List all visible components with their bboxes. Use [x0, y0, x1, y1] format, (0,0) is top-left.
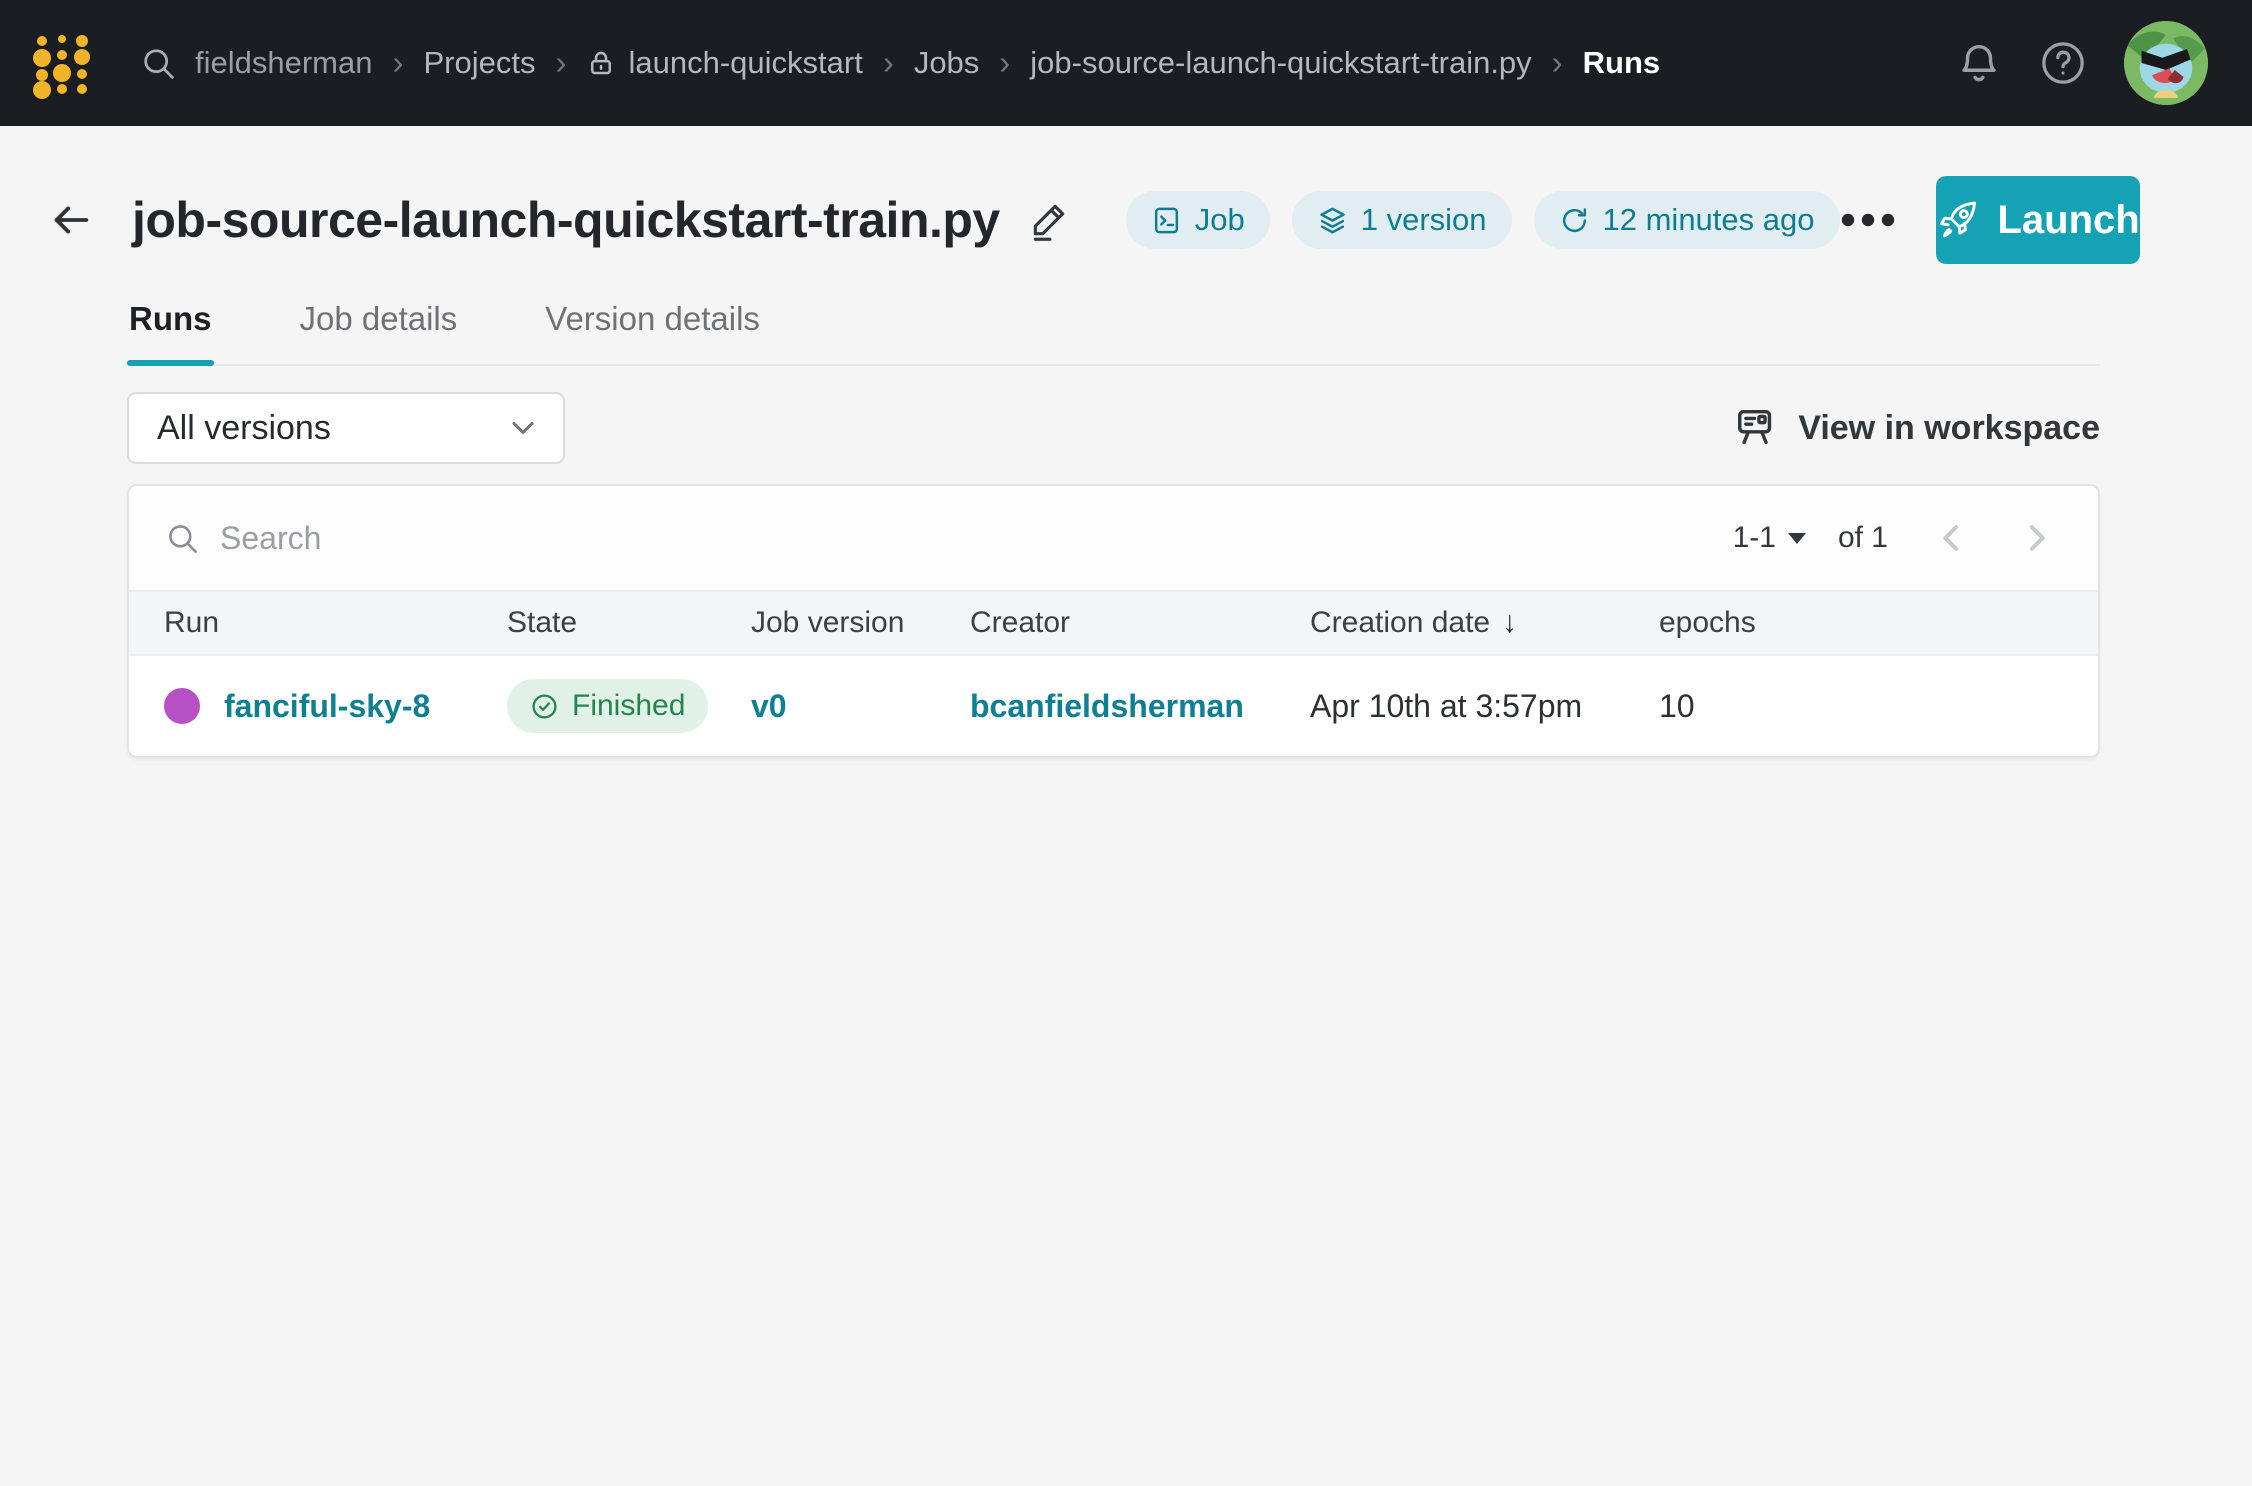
breadcrumb-separator: ›	[883, 44, 894, 82]
pagination: 1-1 of 1	[1733, 518, 2056, 558]
run-color-dot	[164, 688, 200, 724]
breadcrumb-job[interactable]: job-source-launch-quickstart-train.py	[1030, 45, 1531, 81]
state-cell: Finished	[507, 679, 751, 733]
column-header-creator[interactable]: Creator	[970, 606, 1310, 640]
updated-time-badge-label: 12 minutes ago	[1603, 202, 1815, 238]
view-in-workspace-label: View in workspace	[1798, 409, 2100, 448]
column-header-epochs[interactable]: epochs	[1659, 606, 2098, 640]
epochs-value: 10	[1659, 688, 2098, 725]
breadcrumb-project[interactable]: launch-quickstart	[586, 45, 862, 81]
tab-runs[interactable]: Runs	[127, 300, 214, 364]
pagination-total: of 1	[1838, 521, 1888, 555]
notifications-bell-icon[interactable]	[1956, 40, 2002, 86]
table-header: Run State Job version Creator Creation d…	[129, 590, 2098, 656]
tab-job-details[interactable]: Job details	[298, 300, 460, 364]
job-version-link[interactable]: v0	[751, 688, 970, 725]
creator-link[interactable]: bcanfieldsherman	[970, 688, 1310, 725]
page-header: job-source-launch-quickstart-train.py Jo…	[0, 174, 2252, 266]
view-in-workspace-button[interactable]: View in workspace	[1734, 405, 2100, 451]
breadcrumb-separator: ›	[1552, 44, 1563, 82]
breadcrumb: fieldsherman › Projects › launch-quickst…	[140, 44, 1660, 82]
tab-bar: Runs Job details Version details	[127, 300, 2100, 366]
breadcrumb-separator: ›	[555, 44, 566, 82]
version-count-badge: 1 version	[1292, 191, 1512, 249]
version-count-badge-label: 1 version	[1361, 202, 1487, 238]
run-cell: fanciful-sky-8	[164, 688, 507, 725]
sort-desc-icon: ↓	[1502, 606, 1517, 640]
tab-version-details[interactable]: Version details	[543, 300, 762, 364]
column-header-creation-date[interactable]: Creation date ↓	[1310, 606, 1659, 640]
rocket-icon	[1936, 198, 1980, 242]
job-terminal-icon	[1151, 205, 1182, 236]
run-link[interactable]: fanciful-sky-8	[224, 688, 430, 725]
refresh-icon	[1559, 205, 1590, 236]
layers-icon	[1317, 205, 1348, 236]
creation-date-value: Apr 10th at 3:57pm	[1310, 688, 1659, 725]
main-content: Runs Job details Version details All ver…	[0, 300, 2252, 758]
table-search-row: 1-1 of 1	[129, 486, 2098, 590]
breadcrumb-current: Runs	[1583, 45, 1661, 81]
caret-down-icon	[1788, 533, 1806, 544]
search-icon[interactable]	[140, 45, 177, 82]
search-input[interactable]	[220, 520, 1733, 557]
search-icon	[165, 521, 200, 556]
pagination-range-dropdown[interactable]: 1-1	[1733, 521, 1806, 555]
column-header-job-version[interactable]: Job version	[751, 606, 970, 640]
table-row: fanciful-sky-8 Finished v0 bcanfieldsher…	[129, 656, 2098, 756]
check-circle-icon	[530, 692, 559, 721]
status-badge: Finished	[507, 679, 708, 733]
pagination-next-icon[interactable]	[2016, 518, 2056, 558]
breadcrumb-project-label: launch-quickstart	[628, 45, 862, 81]
launch-button[interactable]: Launch	[1936, 176, 2140, 264]
updated-time-badge: 12 minutes ago	[1534, 191, 1840, 249]
runs-table-card: 1-1 of 1 Run State Job version Creator C…	[127, 484, 2100, 758]
avatar[interactable]	[2124, 21, 2208, 105]
status-badge-label: Finished	[572, 689, 685, 723]
version-filter-select[interactable]: All versions	[127, 392, 565, 464]
pagination-range-label: 1-1	[1733, 521, 1776, 555]
launch-button-label: Launch	[1998, 198, 2140, 243]
column-header-run[interactable]: Run	[164, 606, 507, 640]
breadcrumb-jobs[interactable]: Jobs	[914, 45, 979, 81]
top-nav: fieldsherman › Projects › launch-quickst…	[0, 0, 2252, 126]
creation-date-label: Creation date	[1310, 606, 1490, 640]
version-filter-value: All versions	[157, 409, 331, 448]
edit-pencil-icon[interactable]	[1028, 199, 1070, 241]
back-arrow-icon[interactable]	[48, 197, 94, 243]
job-type-badge-label: Job	[1195, 202, 1245, 238]
breadcrumb-projects[interactable]: Projects	[423, 45, 535, 81]
pagination-prev-icon[interactable]	[1932, 518, 1972, 558]
overflow-menu-icon[interactable]	[1840, 210, 1896, 230]
breadcrumb-user[interactable]: fieldsherman	[195, 45, 372, 81]
chevron-down-icon	[505, 410, 541, 446]
lock-icon	[586, 48, 616, 78]
wandb-logo[interactable]	[30, 27, 94, 99]
nav-actions	[1956, 21, 2208, 105]
help-icon[interactable]	[2040, 40, 2086, 86]
badges: Job 1 version 12 minutes ago	[1126, 191, 1840, 249]
breadcrumb-separator: ›	[392, 44, 403, 82]
column-header-state[interactable]: State	[507, 606, 751, 640]
workspace-board-icon	[1734, 405, 1780, 451]
job-type-badge: Job	[1126, 191, 1270, 249]
page-title: job-source-launch-quickstart-train.py	[132, 191, 1000, 249]
breadcrumb-separator: ›	[999, 44, 1010, 82]
filter-row: All versions View in workspace	[127, 392, 2100, 464]
